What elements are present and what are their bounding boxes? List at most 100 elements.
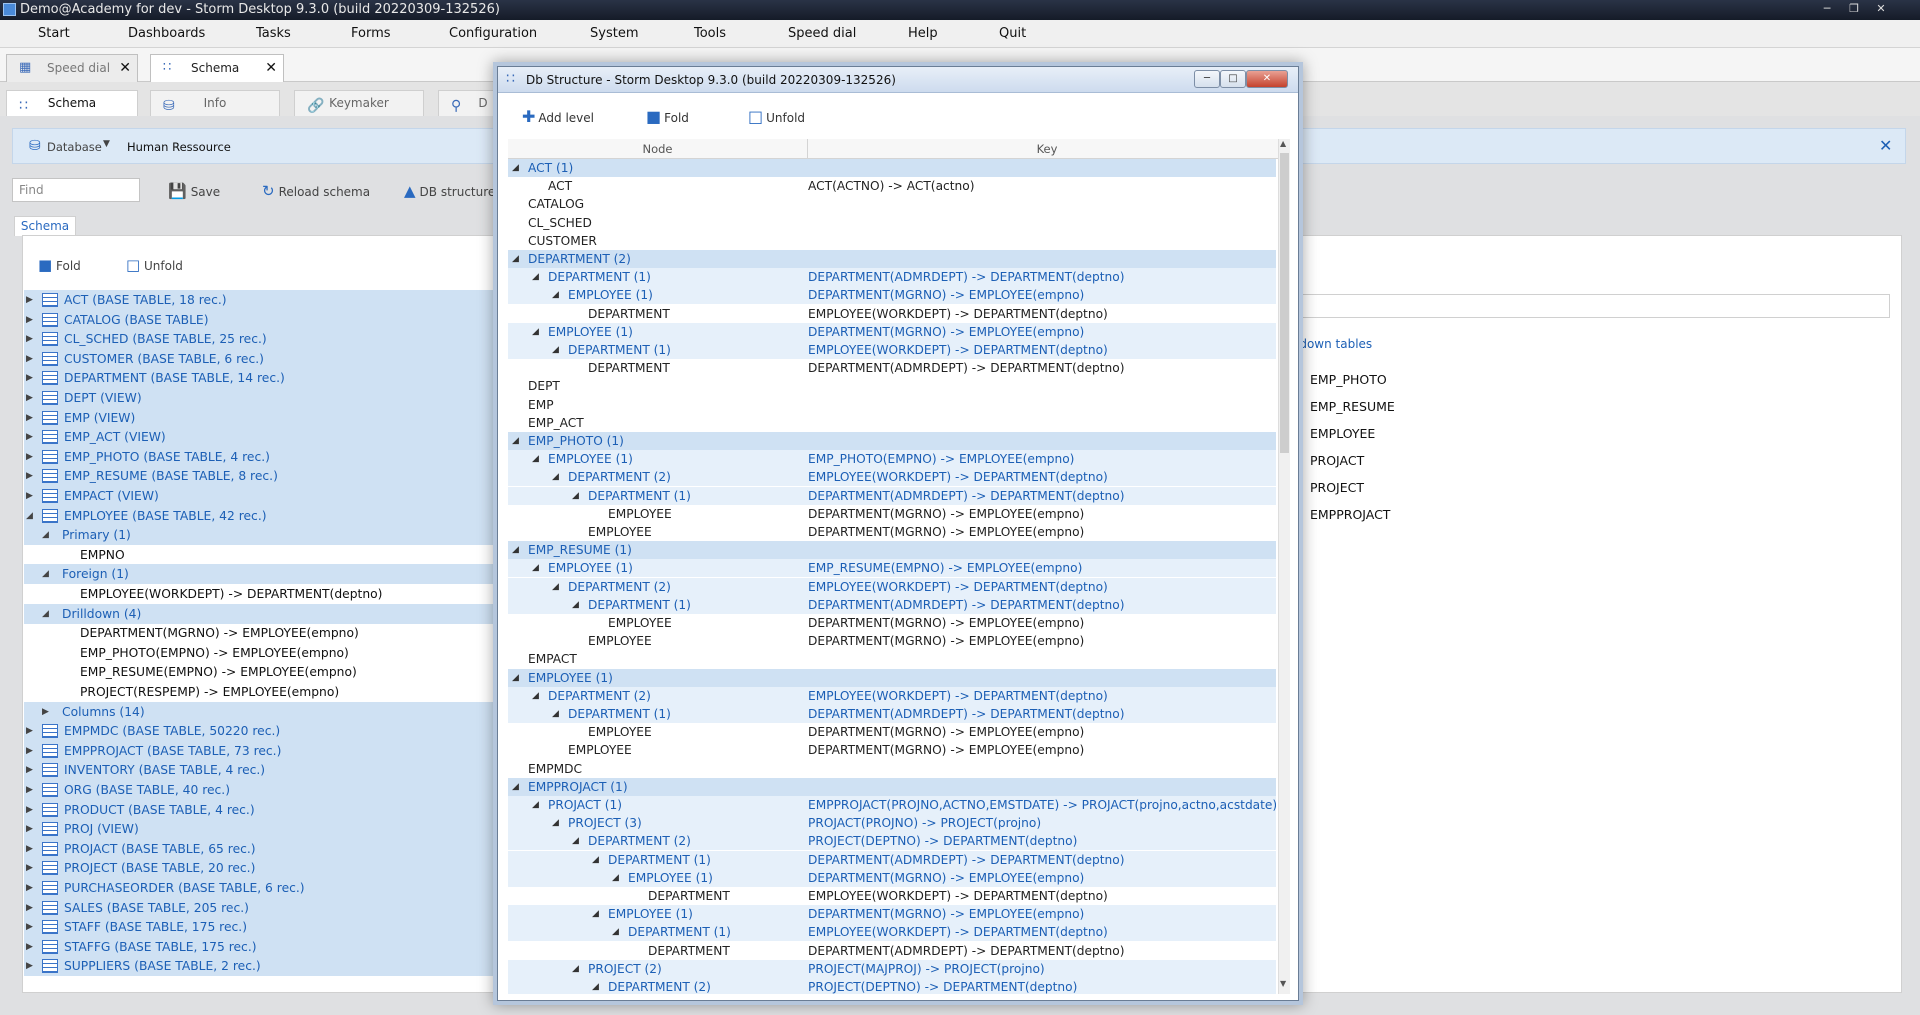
column-key-header[interactable]: Key [808,139,1286,159]
tab-schema[interactable]: ∷ Schema ✕ [150,54,284,82]
collapse-arrow-icon[interactable]: ◢ [512,159,519,177]
subtab-keymaker[interactable]: 🔗 Keymaker [294,90,424,116]
collapse-arrow-icon[interactable]: ◢ [552,341,559,359]
expand-arrow-icon[interactable]: ▶ [26,349,33,369]
structure-row[interactable]: ◢ DEPARTMENT (1) DEPARTMENT(ADMRDEPT) -> D… [508,850,1276,869]
collapse-arrow-icon[interactable]: ◢ [532,796,539,814]
structure-row[interactable]: ◢ EMPLOYEE (1) DEPARTMENT(MGRNO) -> EMPLOY… [508,322,1276,341]
collapse-arrow-icon[interactable]: ◢ [612,869,619,887]
find-input[interactable]: Find [12,178,140,202]
structure-row[interactable]: ◢ DEPARTMENT (2) PROJECT(DEPTNO) -> DEPART… [508,978,1276,994]
collapse-arrow-icon[interactable]: ◢ [552,286,559,304]
collapse-arrow-icon[interactable]: ◢ [512,432,519,450]
drilldown-item[interactable]: PROJACT [1296,453,1364,468]
expand-arrow-icon[interactable]: ▶ [26,819,33,839]
structure-row[interactable]: ◢ EMPLOYEE (1) DEPARTMENT(MGRNO) -> EMPLOY… [508,905,1276,924]
drilldown-item[interactable]: EMPPROJACT [1296,507,1390,522]
menu-system[interactable]: System [590,26,638,41]
expand-arrow-icon[interactable]: ▶ [26,721,33,741]
restore-button[interactable]: ❐ [1843,1,1865,17]
tree-row[interactable]: DEPARTMENT(MGRNO) -> EMPLOYEE(empno) [24,623,504,643]
structure-row[interactable]: EMPLOYEE DEPARTMENT(MGRNO) -> EMPLOYEE(em… [508,632,1276,650]
structure-row[interactable]: ◢ DEPARTMENT (1) EMPLOYEE(WORKDEPT) -> DEP… [508,923,1276,942]
tree-row[interactable]: ▶ CATALOG (BASE TABLE) [24,309,504,330]
dialog-fold-button[interactable]: ■ Fold [646,107,689,126]
tree-row[interactable]: ▶ EMPMDC (BASE TABLE, 50220 rec.) [24,721,504,742]
structure-row[interactable]: ◢ EMPLOYEE (1) EMP_PHOTO(EMPNO) -> EMPLOYE… [508,450,1276,469]
tree-row[interactable]: ▶ PURCHASEORDER (BASE TABLE, 6 rec.) [24,878,504,898]
tab-speed-dial[interactable]: ▦ Speed dial ✕ [6,54,138,82]
collapse-arrow-icon[interactable]: ◢ [532,323,539,341]
close-tab-icon[interactable]: ✕ [119,55,131,81]
tree-row[interactable]: PROJECT(RESPEMP) -> EMPLOYEE(empno) [24,682,504,702]
structure-row[interactable]: EMPLOYEE DEPARTMENT(MGRNO) -> EMPLOYEE(em… [508,505,1276,523]
tree-row[interactable]: ▶ DEPT (VIEW) [24,388,504,408]
tree-row[interactable]: ▶ STAFFG (BASE TABLE, 175 rec.) [24,936,504,957]
expand-arrow-icon[interactable]: ▶ [26,878,33,898]
tree-row[interactable]: ▶ CL_SCHED (BASE TABLE, 25 rec.) [24,329,504,350]
vertical-scrollbar[interactable]: ▲ ▼ [1278,139,1290,994]
chevron-down-icon[interactable]: ▼ [103,139,110,149]
tree-row[interactable]: ▶ EMP_PHOTO (BASE TABLE, 4 rec.) [24,446,504,467]
menu-help[interactable]: Help [908,26,938,41]
tree-row[interactable]: ▶ PROJACT (BASE TABLE, 65 rec.) [24,838,504,859]
expand-arrow-icon[interactable]: ▶ [26,290,33,310]
collapse-arrow-icon[interactable]: ◢ [512,541,519,559]
subtab-info[interactable]: ⛁ Info [150,90,280,116]
drilldown-item[interactable]: PROJECT [1296,480,1364,495]
structure-row[interactable]: ◢ EMP_PHOTO (1) [508,432,1276,450]
unfold-button[interactable]: □ Unfold [126,256,183,274]
drilldown-item[interactable]: EMP_RESUME [1296,399,1395,414]
menu-tools[interactable]: Tools [694,26,726,41]
structure-row[interactable]: EMPLOYEE DEPARTMENT(MGRNO) -> EMPLOYEE(em… [508,723,1276,741]
structure-row[interactable]: ◢ DEPARTMENT (2) PROJECT(DEPTNO) -> DEPART… [508,832,1276,851]
expand-arrow-icon[interactable]: ▶ [26,839,33,859]
tree-row[interactable]: ▶ Columns (14) [24,701,504,722]
structure-row[interactable]: ◢ DEPARTMENT (2) EMPLOYEE(WORKDEPT) -> DEP… [508,686,1276,705]
structure-row[interactable]: CATALOG [508,195,1276,213]
dialog-minimize-button[interactable]: ─ [1194,70,1220,88]
scroll-down-icon[interactable]: ▼ [1280,979,1286,988]
tree-row[interactable]: EMPLOYEE(WORKDEPT) -> DEPARTMENT(deptno) [24,584,504,604]
collapse-arrow-icon[interactable]: ◢ [26,506,33,526]
tree-row[interactable]: ▶ ORG (BASE TABLE, 40 rec.) [24,780,504,800]
collapse-arrow-icon[interactable]: ◢ [42,564,49,584]
structure-row[interactable]: ◢ DEPARTMENT (2) EMPLOYEE(WORKDEPT) -> DEP… [508,577,1276,596]
collapse-arrow-icon[interactable]: ◢ [592,851,599,869]
collapse-arrow-icon[interactable]: ◢ [572,487,579,505]
tree-row[interactable]: ▶ EMP (VIEW) [24,407,504,428]
expand-arrow-icon[interactable]: ▶ [26,427,33,447]
collapse-arrow-icon[interactable]: ◢ [552,468,559,486]
expand-arrow-icon[interactable]: ▶ [26,447,33,467]
menu-configuration[interactable]: Configuration [449,26,537,41]
collapse-arrow-icon[interactable]: ◢ [552,578,559,596]
schema-panel-tab[interactable]: Schema [14,216,76,236]
right-input[interactable] [1296,294,1890,318]
structure-row[interactable]: ◢ EMPLOYEE (1) DEPARTMENT(MGRNO) -> EMPLOY… [508,286,1276,305]
collapse-arrow-icon[interactable]: ◢ [532,450,539,468]
structure-row[interactable]: EMPACT [508,650,1276,668]
structure-row[interactable]: ◢ EMPLOYEE (1) DEPARTMENT(MGRNO) -> EMPLOY… [508,868,1276,887]
structure-row[interactable]: DEPARTMENT EMPLOYEE(WORKDEPT) -> DEPARTME… [508,305,1276,323]
collapse-arrow-icon[interactable]: ◢ [42,604,49,624]
db-structure-button[interactable]: ▲ DB structure [404,182,495,200]
structure-row[interactable]: ◢ PROJECT (3) PROJACT(PROJNO) -> PROJECT(p… [508,814,1276,833]
database-dropdown[interactable]: Database [47,140,102,154]
menu-tasks[interactable]: Tasks [256,26,291,41]
expand-arrow-icon[interactable]: ▶ [26,937,33,957]
expand-arrow-icon[interactable]: ▶ [26,898,33,918]
tree-row[interactable]: ◢ EMPLOYEE (BASE TABLE, 42 rec.) [24,505,504,526]
save-button[interactable]: 💾 Save [168,182,220,200]
expand-arrow-icon[interactable]: ▶ [26,368,33,388]
structure-row[interactable]: EMPMDC [508,760,1276,778]
collapse-arrow-icon[interactable]: ◢ [532,268,539,286]
structure-row[interactable]: ◢ DEPARTMENT (1) DEPARTMENT(ADMRDEPT) -> D… [508,268,1276,287]
tree-row[interactable]: ▶ EMPACT (VIEW) [24,486,504,506]
expand-arrow-icon[interactable]: ▶ [26,956,33,976]
structure-row[interactable]: CUSTOMER [508,232,1276,250]
menu-dashboards[interactable]: Dashboards [128,26,205,41]
subtab-schema[interactable]: ∷ Schema [6,90,138,116]
collapse-arrow-icon[interactable]: ◢ [612,923,619,941]
tree-row[interactable]: ▶ EMPPROJACT (BASE TABLE, 73 rec.) [24,740,504,761]
tree-row[interactable]: ▶ INVENTORY (BASE TABLE, 4 rec.) [24,760,504,781]
